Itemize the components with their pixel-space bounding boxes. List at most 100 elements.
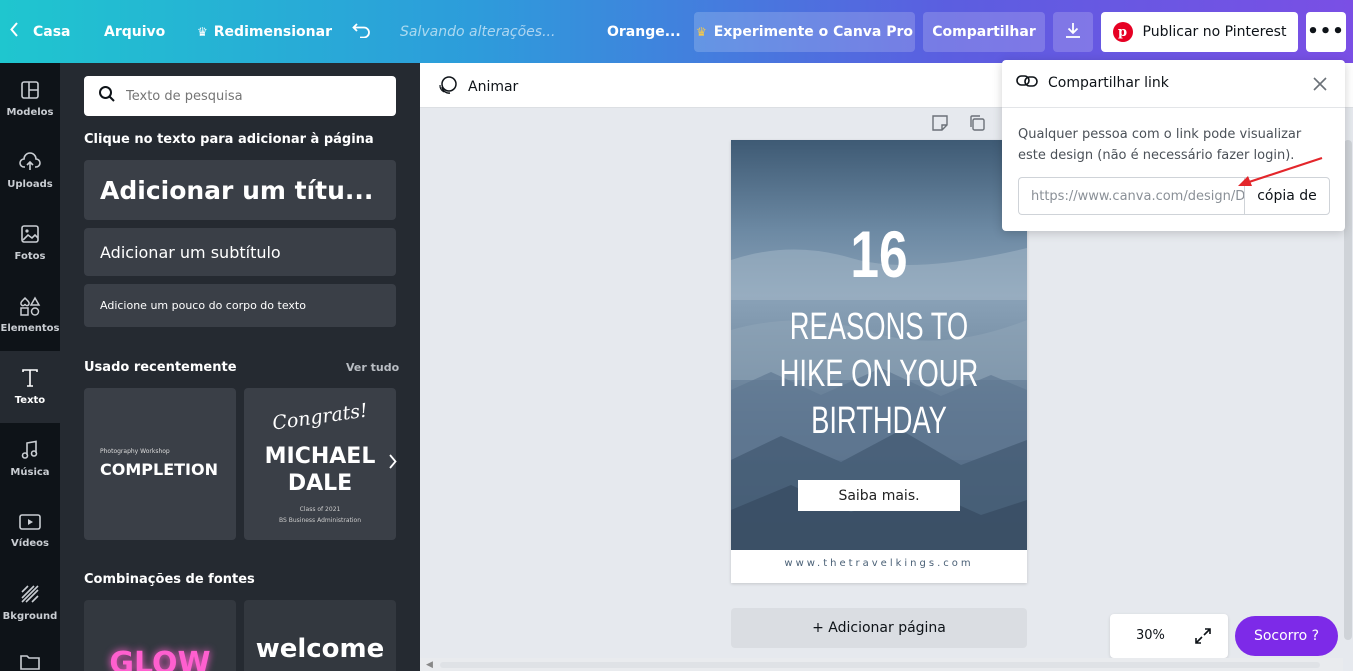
horizontal-scrollbar[interactable]: ◀ [420, 658, 1343, 671]
crown-icon: ♛ [197, 24, 208, 39]
scroll-thumb[interactable] [1344, 140, 1352, 640]
rail-item-musica[interactable]: Música [0, 423, 60, 495]
zoom-control: 30% [1110, 614, 1228, 658]
file-menu-button[interactable]: Arquivo [104, 0, 165, 63]
scroll-right-button[interactable] [382, 453, 402, 473]
share-link-field[interactable] [1018, 177, 1245, 215]
video-icon [19, 513, 41, 538]
cloud-upload-icon [19, 152, 41, 179]
rail-item-videos[interactable]: Vídeos [0, 495, 60, 567]
side-rail: Modelos Uploads Fotos Elementos Texto Mú… [0, 63, 60, 671]
home-label: Casa [33, 23, 71, 40]
design-footer-url[interactable]: www.thetravelkings.com [731, 558, 1027, 569]
top-bar: Casa Arquivo ♛ Redimensionar Salvando al… [0, 0, 1353, 63]
rail-item-uploads[interactable]: Uploads [0, 135, 60, 207]
thumb-degree-line: BS Business Administration [279, 517, 361, 524]
thumb-name-line2: DALE [287, 471, 353, 496]
design-line1[interactable]: REASONS TO [772, 306, 985, 349]
rail-label: Uploads [7, 179, 53, 190]
shapes-icon [19, 296, 41, 323]
recent-template-completion[interactable]: Photography Workshop COMPLETION [84, 388, 236, 540]
try-pro-button[interactable]: ♛ Experimente o Canva Pro [694, 12, 915, 52]
animate-button[interactable]: Animar [438, 75, 518, 99]
text-panel: Clique no texto para adicionar à página … [60, 63, 420, 671]
rail-item-background[interactable]: Bkground [0, 567, 60, 639]
add-note-icon[interactable] [931, 114, 949, 136]
fullscreen-icon[interactable] [1194, 627, 1212, 649]
design-line3[interactable]: BIRTHDAY [772, 400, 985, 443]
h-scroll-thumb[interactable] [440, 662, 1320, 668]
more-icon: ••• [1307, 21, 1345, 42]
rail-item-fotos[interactable]: Fotos [0, 207, 60, 279]
combo-glow-text: GLOW [109, 646, 211, 671]
image-icon [20, 224, 40, 251]
more-options-button[interactable]: ••• [1306, 12, 1346, 52]
font-combo-glow[interactable]: GLOW [84, 600, 236, 671]
scroll-left-icon[interactable]: ◀ [426, 660, 433, 670]
thumb-class-line: Class of 2021 [299, 506, 341, 513]
zoom-level[interactable]: 30% [1136, 628, 1165, 643]
share-link-input[interactable] [1031, 188, 1245, 204]
resize-label: Redimensionar [213, 23, 332, 40]
try-pro-label: Experimente o Canva Pro [713, 24, 914, 40]
add-page-button[interactable]: + Adicionar página [731, 608, 1027, 648]
search-icon [98, 85, 116, 107]
thumb-script-text: Congrats! [271, 399, 369, 435]
rail-item-texto[interactable]: Texto [0, 351, 60, 423]
design-page[interactable]: 16 REASONS TO HIKE ON YOUR BIRTHDAY Saib… [731, 140, 1027, 583]
home-button[interactable]: Casa [10, 0, 71, 63]
share-button[interactable]: Compartilhar [923, 12, 1045, 52]
design-line2[interactable]: HIKE ON YOUR [772, 353, 985, 396]
undo-button[interactable] [352, 0, 372, 63]
animate-label: Animar [468, 79, 519, 95]
resize-button[interactable]: ♛ Redimensionar [197, 0, 332, 63]
add-body-text-button[interactable]: Adicione um pouco do corpo do texto [84, 284, 396, 327]
layout-icon [20, 80, 40, 107]
chevron-right-icon [388, 453, 397, 473]
design-cta-button[interactable]: Saiba mais. [798, 480, 960, 511]
share-popup-title: Compartilhar link [1048, 75, 1169, 91]
font-combo-welcome[interactable]: welcome [244, 600, 396, 671]
rail-label: Fotos [14, 251, 46, 262]
design-number[interactable]: 16 [764, 216, 995, 292]
undo-icon [352, 22, 372, 42]
thumb-big-text: COMPLETION [100, 460, 218, 479]
combo-welcome-text: welcome [255, 634, 385, 664]
rail-item-folder[interactable] [0, 639, 60, 671]
add-subtitle-button[interactable]: Adicionar um subtítulo [84, 228, 396, 276]
share-link-popup: Compartilhar link Qualquer pessoa com o … [1002, 60, 1345, 231]
share-popup-header: Compartilhar link [1016, 74, 1169, 92]
add-title-button[interactable]: Adicionar um títu... [84, 160, 396, 220]
duplicate-page-icon[interactable] [968, 114, 986, 136]
publish-label: Publicar no Pinterest [1142, 24, 1287, 40]
document-title[interactable]: Orange... [607, 0, 681, 63]
background-icon [20, 584, 40, 611]
thumb-name-line1: MICHAEL [264, 444, 376, 469]
search-input[interactable] [126, 88, 376, 104]
rail-item-elementos[interactable]: Elementos [0, 279, 60, 351]
rail-item-modelos[interactable]: Modelos [0, 63, 60, 135]
font-combos-title: Combinações de fontes [84, 572, 255, 587]
publish-pinterest-button[interactable]: p Publicar no Pinterest [1101, 12, 1298, 52]
folder-icon [19, 653, 41, 671]
pinterest-icon: p [1112, 22, 1133, 42]
divider [1002, 107, 1345, 108]
animate-icon [438, 75, 458, 99]
mountain-photo[interactable]: 16 REASONS TO HIKE ON YOUR BIRTHDAY Saib… [731, 140, 1027, 550]
see-all-link[interactable]: Ver tudo [346, 361, 399, 374]
download-button[interactable] [1053, 12, 1093, 52]
search-box[interactable] [84, 76, 396, 116]
chevron-left-icon [10, 22, 19, 41]
recent-template-michael-dale[interactable]: Congrats! MICHAEL DALE Class of 2021 BS … [244, 388, 396, 540]
click-hint: Clique no texto para adicionar à página [84, 132, 374, 147]
text-icon [20, 368, 40, 395]
rail-label: Elementos [0, 323, 60, 334]
rail-label: Vídeos [11, 538, 49, 549]
close-icon[interactable] [1312, 76, 1328, 96]
help-button[interactable]: Socorro ? [1235, 616, 1338, 656]
crown-icon: ♛ [695, 25, 707, 39]
recent-section-title: Usado recentemente [84, 360, 237, 375]
rail-label: Música [10, 467, 50, 478]
rail-label: Modelos [6, 107, 54, 118]
annotation-arrow-icon [1238, 156, 1323, 186]
